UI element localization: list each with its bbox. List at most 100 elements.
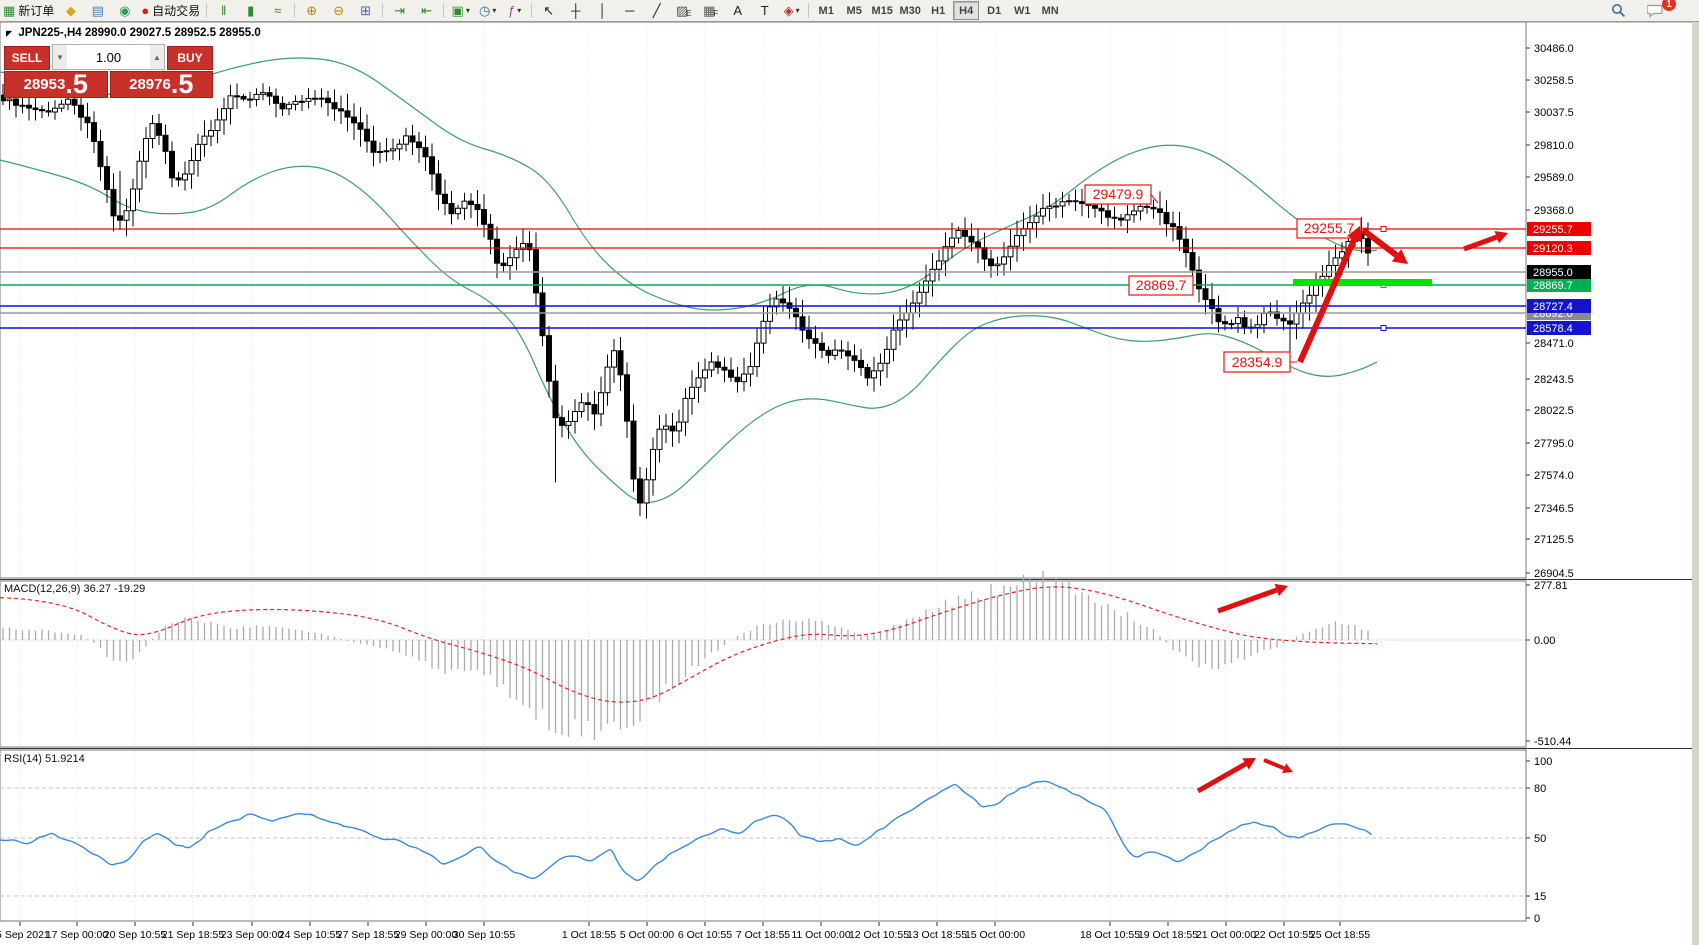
svg-text:100: 100 (1534, 756, 1552, 768)
hline-button[interactable]: ─ (616, 0, 643, 21)
date-axis[interactable]: 15 Sep 202117 Sep 00:0020 Sep 10:5521 Se… (0, 922, 1370, 941)
channel-button[interactable]: ▨E (670, 0, 697, 21)
shapes-icon: ◈ (784, 4, 794, 17)
timeframe-m15[interactable]: M15 (869, 1, 895, 20)
label-icon: T (761, 4, 769, 17)
sell-price[interactable]: 28953 .5 (4, 71, 108, 98)
svg-text:0: 0 (1534, 913, 1540, 925)
svg-text:28869.7: 28869.7 (1136, 277, 1187, 293)
sell-price-main: 28953 (24, 73, 66, 97)
text-icon: A (733, 4, 742, 17)
buy-price-frac: .5 (171, 72, 194, 97)
timeframe-h1[interactable]: H1 (925, 1, 951, 20)
timeframe-m1[interactable]: M1 (813, 1, 839, 20)
svg-text:27125.5: 27125.5 (1534, 534, 1574, 546)
line-chart-icon: ≈ (274, 4, 281, 17)
chevron-down-icon: ▾ (517, 6, 521, 15)
period-icon: ◷ (479, 4, 490, 17)
notifications-icon[interactable]: 1 (1642, 0, 1669, 21)
volume-up-icon[interactable]: ▲ (150, 45, 164, 69)
svg-text:25 Oct 18:55: 25 Oct 18:55 (1310, 929, 1370, 941)
vline-button[interactable]: │ (589, 0, 616, 21)
hline-icon: ─ (625, 4, 634, 17)
label-button[interactable]: T (751, 0, 778, 21)
cursor-button[interactable]: ↖ (535, 0, 562, 21)
text-button[interactable]: A (724, 0, 751, 21)
icon-letter: F (713, 9, 718, 18)
trend-arrows (1300, 226, 1508, 362)
candle-chart-button[interactable]: ▮ (237, 0, 264, 21)
new-chart-button[interactable]: ▣▾ (447, 0, 474, 21)
timeframe-d1[interactable]: D1 (981, 1, 1007, 20)
svg-text:-510.44: -510.44 (1534, 736, 1571, 748)
toolbar-separator (808, 3, 809, 18)
autotrading-button-label: 自动交易 (152, 2, 200, 19)
indicators-button[interactable]: ƒ▾ (501, 0, 528, 21)
shapes-button[interactable]: ◈▾ (778, 0, 805, 21)
crosshair-button[interactable]: ┼ (562, 0, 589, 21)
market-watch-button[interactable]: ▤ (84, 0, 111, 21)
new-order-button-label: 新订单 (18, 2, 54, 19)
support-highlight-bar (1293, 279, 1432, 286)
fibonacci-button[interactable]: ▦F (697, 0, 724, 21)
svg-text:28955.0: 28955.0 (1533, 267, 1573, 279)
svg-text:17 Sep 00:00: 17 Sep 00:00 (46, 929, 109, 941)
search-icon[interactable] (1605, 0, 1632, 21)
buy-price[interactable]: 28976 .5 (110, 71, 214, 98)
autotrading-button[interactable]: ●自动交易 (138, 0, 203, 21)
svg-text:29 Sep 00:00: 29 Sep 00:00 (395, 929, 458, 941)
chart-marker-icon: ◤ (6, 29, 12, 38)
svg-text:15: 15 (1534, 891, 1546, 903)
toolbar-group-draw: ↖ ┼ │ ─ ╱▨E▦F A T ◈▾ (535, 0, 805, 21)
svg-text:30037.5: 30037.5 (1534, 107, 1574, 119)
svg-text:15 Oct 00:00: 15 Oct 00:00 (965, 929, 1025, 941)
svg-text:27 Sep 18:55: 27 Sep 18:55 (337, 929, 400, 941)
svg-text:24 Sep 10:55: 24 Sep 10:55 (279, 929, 342, 941)
svg-text:50: 50 (1534, 833, 1546, 845)
trendline-button[interactable]: ╱ (643, 0, 670, 21)
svg-text:28869.7: 28869.7 (1533, 280, 1573, 292)
profiles-button[interactable]: ◆ (57, 0, 84, 21)
crosshair-icon: ┼ (571, 4, 580, 17)
buy-button[interactable]: BUY (167, 46, 213, 70)
zoom-in-button[interactable]: ⊕ (298, 0, 325, 21)
zoom-out-button[interactable]: ⊖ (325, 0, 352, 21)
rsi-line (0, 781, 1372, 880)
navigator-button[interactable]: ◉ (111, 0, 138, 21)
svg-text:30486.0: 30486.0 (1534, 43, 1574, 55)
macd-indicator-label: MACD(12,26,9) 36.27 -19.29 (4, 583, 145, 595)
line-chart-button[interactable]: ≈ (264, 0, 291, 21)
timeframe-m5[interactable]: M5 (841, 1, 867, 20)
chart-canvas[interactable]: 29479.929255.728869.728354.930486.030258… (0, 0, 1699, 945)
auto-scroll-icon: ⇥ (394, 4, 405, 17)
svg-text:27795.0: 27795.0 (1534, 438, 1574, 450)
market-watch-icon: ▤ (92, 4, 104, 17)
price-axis[interactable]: 30486.030258.530037.529810.029589.029368… (1526, 43, 1591, 580)
timeframe-m30[interactable]: M30 (897, 1, 923, 20)
svg-text:28578.4: 28578.4 (1533, 323, 1573, 335)
chart-shift-button[interactable]: ⇤ (413, 0, 440, 21)
chart-shift-icon: ⇤ (421, 4, 432, 17)
svg-text:5 Oct 00:00: 5 Oct 00:00 (620, 929, 674, 941)
volume-input[interactable] (67, 45, 150, 69)
volume-down-icon[interactable]: ▼ (53, 45, 67, 69)
toolbar-separator (531, 3, 532, 18)
timeframe-w1[interactable]: W1 (1009, 1, 1035, 20)
svg-text:30258.5: 30258.5 (1534, 75, 1574, 87)
sell-button[interactable]: SELL (4, 46, 50, 70)
auto-scroll-button[interactable]: ⇥ (386, 0, 413, 21)
new-order-button[interactable]: ▦新订单 (0, 0, 57, 21)
tile-windows-button[interactable]: ⊞ (352, 0, 379, 21)
period-button[interactable]: ◷▾ (474, 0, 501, 21)
toolbar-group-zoom: ⊕⊖⊞ (298, 0, 379, 21)
gridlines (20, 23, 1340, 920)
profiles-icon: ◆ (66, 4, 76, 17)
toolbar-group-scroll: ⇥⇤ (386, 0, 440, 21)
new-order-icon: ▦ (3, 4, 15, 17)
symbol-title: JPN225-,H4 (18, 27, 81, 39)
bar-chart-button[interactable]: ‖ (210, 0, 237, 21)
bar-chart-icon: ‖ (221, 4, 226, 17)
timeframe-h4[interactable]: H4 (953, 1, 979, 20)
search-icon (1611, 3, 1626, 18)
timeframe-mn[interactable]: MN (1037, 1, 1063, 20)
